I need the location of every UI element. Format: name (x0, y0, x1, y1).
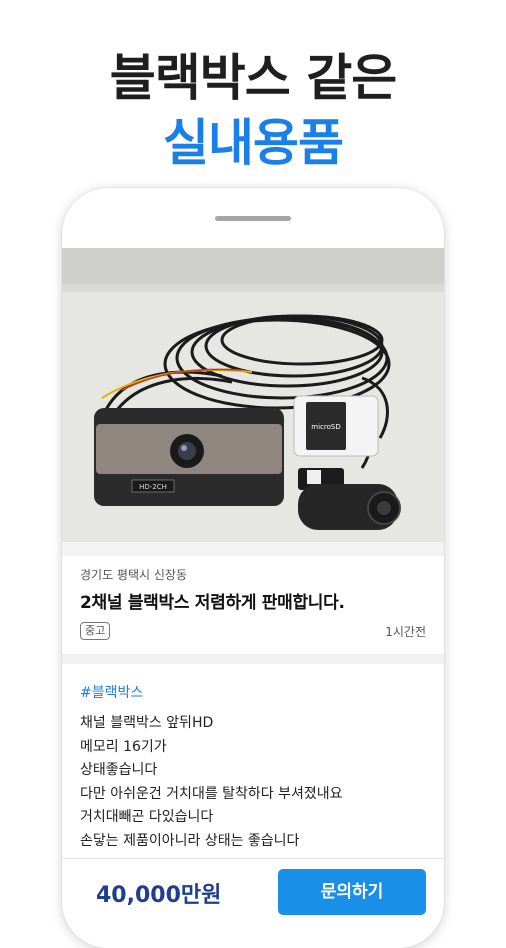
device-label: HD-2CH (139, 483, 167, 491)
bottom-action-bar: 40,000만원 문의하기 (62, 858, 444, 948)
description-line: 다만 아쉬운건 거치대를 탈착하다 부셔졌내요 (80, 785, 343, 802)
listing-location: 경기도 평택시 신장동 (80, 568, 187, 582)
description-line: 손닿는 제품이아니라 상태는 좋습니다 (80, 832, 300, 849)
sd-card-label: microSD (311, 423, 340, 431)
inquire-button[interactable]: 문의하기 (278, 869, 426, 915)
phone-mockup: HD-2CH microSD 경기도 평택시 신장동 2채널 블랙박스 저렴하게… (62, 188, 444, 948)
section-divider (62, 542, 444, 556)
product-photo[interactable]: HD-2CH microSD (62, 248, 444, 542)
product-photo-illustration: HD-2CH microSD (62, 248, 444, 542)
hashtag-link[interactable]: #블랙박스 (80, 682, 143, 702)
description-line: 채널 블랙박스 앞뒤HD (80, 715, 214, 731)
section-divider (62, 654, 444, 664)
listing-description: 채널 블랙박스 앞뒤HD 메모리 16기가 상태좋습니다 다만 아쉬운건 거치대… (80, 712, 343, 853)
description-line: 상태좋습니다 (80, 762, 158, 778)
posted-time: 1시간전 (385, 625, 426, 639)
description-line: 거치대빼곤 다있습니다 (80, 809, 214, 825)
phone-speaker-notch (215, 216, 291, 221)
headline-line2: 실내용품 (163, 114, 344, 172)
description-line: 메모리 16기가 (80, 738, 167, 755)
condition-badge: 중고 (80, 622, 111, 640)
price-label: 40,000만원 (96, 883, 222, 908)
headline-line1: 블랙박스 같은 (109, 49, 397, 107)
listing-title: 2채널 블랙박스 저렴하게 판매합니다. (80, 593, 345, 613)
